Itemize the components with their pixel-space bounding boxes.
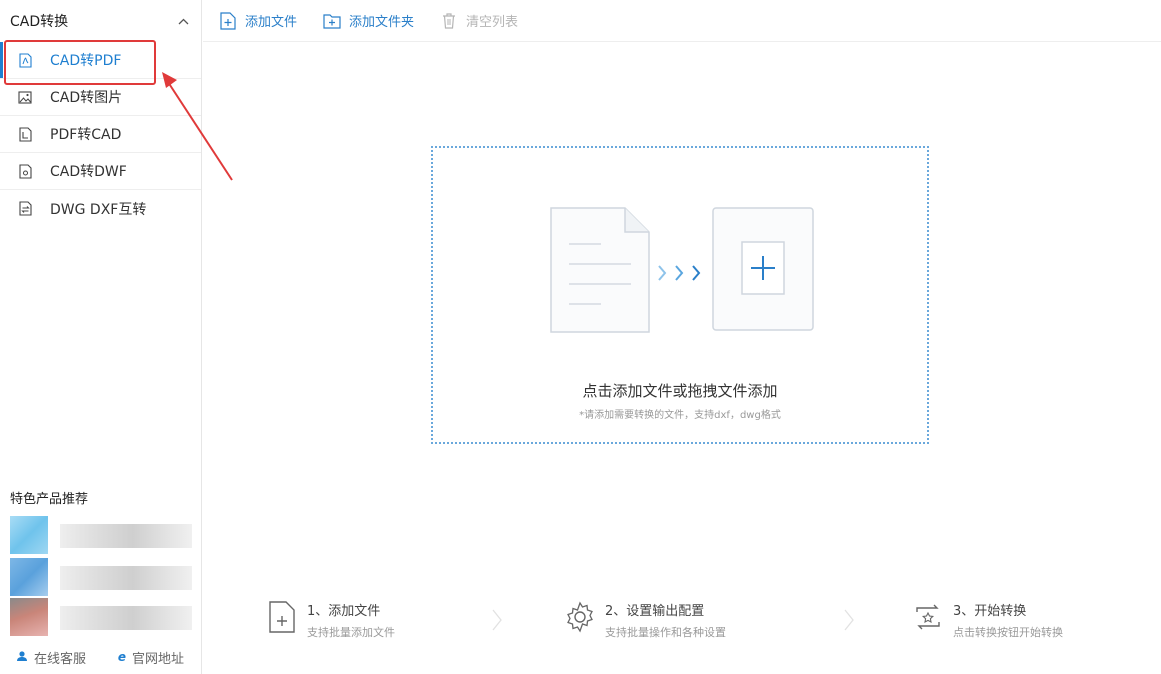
convert-icon [916,604,940,630]
trash-icon [443,12,456,29]
blurred-product-text [60,524,192,548]
featured-product-item[interactable] [10,516,196,554]
step-title: 2、设置输出配置 [605,604,705,619]
sidebar-item-label: CAD转DWF [50,164,127,180]
sidebar-item-cad-to-image[interactable]: CAD转图片 [0,79,201,116]
product-thumbnail [10,598,48,636]
add-folder-icon [323,13,341,29]
add-file-icon [269,601,295,633]
step-subtitle: 支持批量操作和各种设置 [605,626,726,639]
step-title: 1、添加文件 [307,604,381,619]
product-thumbnail [10,516,48,554]
toolbar: 添加文件 添加文件夹 清空列表 [203,0,1161,42]
blurred-product-text [60,566,192,590]
sidebar-item-pdf-to-cad[interactable]: PDF转CAD [0,116,201,153]
chevron-right-icon [492,609,502,631]
browser-icon: e [117,650,127,664]
sidebar-header[interactable]: CAD转换 [0,0,201,42]
online-service-link[interactable]: 在线客服 [16,648,86,667]
featured-products-title: 特色产品推荐 [10,492,89,507]
official-site-label: 官网地址 [132,651,185,667]
online-service-label: 在线客服 [33,651,86,667]
step-output-settings: 2、设置输出配置 支持批量操作和各种设置 [565,590,726,640]
sidebar-item-label: PDF转CAD [50,127,122,143]
add-folder-button[interactable]: 添加文件夹 [323,11,414,30]
image-icon [18,89,32,105]
chevron-up-icon[interactable] [178,14,189,28]
sidebar-item-label: CAD转图片 [50,90,123,106]
featured-product-item[interactable] [10,598,196,636]
headset-icon [16,650,28,665]
official-site-link[interactable]: e 官网地址 [118,648,184,667]
sidebar-item-label: DWG DXF互转 [50,201,147,218]
cad-file-icon [18,126,32,142]
sidebar-item-label: CAD转PDF [50,53,122,69]
sidebar: CAD转换 CAD转PDF CAD转图片 PDF转CAD CAD转DWF DWG… [0,0,202,674]
gear-icon [567,601,593,633]
step-subtitle: 支持批量添加文件 [307,626,395,639]
blurred-product-text [60,606,192,630]
drop-zone-title: 点击添加文件或拖拽文件添加 [582,382,778,400]
chevron-right-icon [844,609,854,631]
sidebar-item-dwg-dxf-convert[interactable]: DWG DXF互转 [0,190,201,227]
add-file-label: 添加文件 [245,15,298,30]
dwf-file-icon [18,163,32,179]
swap-file-icon [18,201,32,217]
sidebar-footer: 在线客服 e 官网地址 [0,640,200,674]
step-title: 3、开始转换 [953,604,1027,619]
steps-guide: 1、添加文件 支持批量添加文件 2、设置输出配置 支持批量操作和各种设置 3、开… [203,590,1161,640]
clear-list-label: 清空列表 [466,15,519,30]
add-file-icon [220,11,236,30]
add-folder-label: 添加文件夹 [349,15,415,30]
sidebar-item-cad-to-pdf[interactable]: CAD转PDF [0,42,201,79]
product-thumbnail [10,558,48,596]
file-drop-zone[interactable]: 点击添加文件或拖拽文件添加 *请添加需要转换的文件，支持dxf，dwg格式 [431,146,929,444]
sidebar-item-cad-to-dwf[interactable]: CAD转DWF [0,153,201,190]
pdf-file-icon [18,52,32,68]
step-subtitle: 点击转换按钮开始转换 [953,626,1063,639]
step-start-convert: 3、开始转换 点击转换按钮开始转换 [913,590,1063,640]
step-add-files: 1、添加文件 支持批量添加文件 [267,590,395,640]
drop-illustration [550,207,814,333]
featured-product-item[interactable] [10,558,196,596]
drop-zone-hint: *请添加需要转换的文件，支持dxf，dwg格式 [579,410,781,421]
sidebar-header-label: CAD转换 [10,14,69,30]
app-window: CAD转换 CAD转PDF CAD转图片 PDF转CAD CAD转DWF DWG… [0,0,1161,674]
add-file-button[interactable]: 添加文件 [219,11,297,30]
clear-list-button[interactable]: 清空列表 [440,11,518,30]
